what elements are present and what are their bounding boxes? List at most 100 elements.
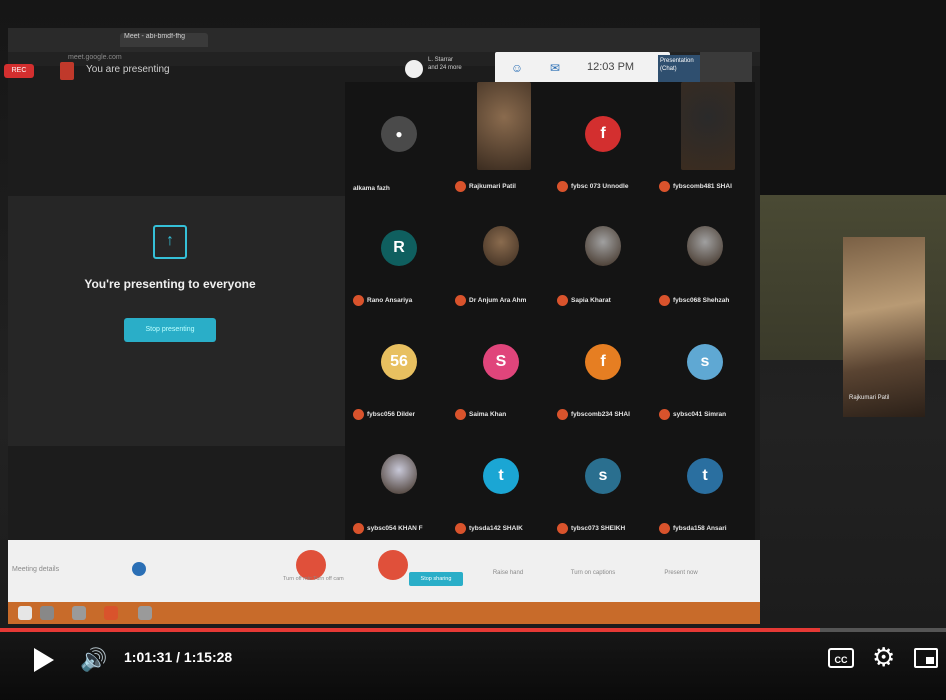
participant-name: fybscomb481 SHAI [659,181,755,192]
participants-summary: L. Starrar and 24 more [428,56,462,72]
side-camera-feed [843,237,925,417]
participant-name: fybscomb234 SHAI [557,409,653,420]
mic-muted-icon [557,181,568,192]
chrome-icon[interactable] [72,606,86,620]
upload-icon: ↑ [153,225,187,259]
participant-name: tybsda142 SHAIK [455,523,551,534]
browser-tab[interactable] [558,33,648,47]
participant-name-text: sybsc041 Simran [673,411,727,418]
browser-tab[interactable] [38,33,108,47]
browser-tab[interactable] [338,33,428,47]
mic-cam-hint: Turn off mic Turn off cam [283,576,344,582]
participant-tile[interactable]: t fybsda158 Ansari [655,438,755,548]
taskbar-app-icon[interactable] [104,606,118,620]
miniplayer-icon-inner [926,657,934,664]
rec-badge: REC [4,64,34,78]
participant-name: Sapia Kharat [557,295,653,306]
mic-muted-icon [455,181,466,192]
participant-tile[interactable]: Dr Anjum Ara Ahm [451,210,551,320]
avatar [405,60,423,78]
chat-icon[interactable]: ✉ [547,60,563,76]
chrome-icon[interactable] [138,606,152,620]
avatar: s [585,458,621,494]
cc-button[interactable]: CC [828,648,854,668]
participant-name: Saima Khan [455,409,551,420]
participant-name-text: alkama fazh [353,185,390,192]
present-screen-icon [60,62,74,80]
browser-tab[interactable] [228,33,318,47]
mic-muted-icon [353,409,364,420]
clock: 12:03 PM [587,61,635,73]
participant-tile[interactable]: sybsc054 KHAN F [349,438,449,548]
participant-name-text: Dr Anjum Ara Ahm [469,297,527,304]
participants-summary-line: L. Starrar [428,57,454,63]
windows-icon[interactable] [18,606,32,620]
avatar: f [585,344,621,380]
participant-tile[interactable]: 56 fybsc056 Dilder [349,324,449,434]
participant-name-text: fybsc 073 Unnodle [571,183,629,190]
participant-name-text: Rajkumari Patil [469,183,516,190]
participant-tile[interactable]: S Saima Khan [451,324,551,434]
stop-sharing-button[interactable]: Stop sharing [409,572,463,586]
participant-name-text: fybsda158 Ansari [673,525,727,532]
self-view-tile [700,52,752,86]
participant-name: alkama fazh [353,185,449,192]
participant-name-text: Saima Khan [469,411,507,418]
participant-name: tybsc073 SHEIKH [557,523,653,534]
player-controls [0,632,946,700]
meeting-details-button[interactable]: Meeting details [12,566,59,573]
browser-tab-active[interactable]: Meet - abi-bmdf-fhg [120,33,208,47]
participant-video [687,226,723,266]
avatar: 56 [381,344,417,380]
participant-tile[interactable]: R Rano Ansariya [349,210,449,320]
participant-tile[interactable]: fybscomb481 SHAI [655,82,755,206]
shield-icon[interactable] [132,562,146,576]
taskbar-app-icon[interactable] [40,606,54,620]
browser-tab-bar: Meet - abi-bmdf-fhg [8,28,760,52]
people-icon[interactable]: ☺ [509,60,525,76]
raise-hand-button[interactable]: Raise hand [478,570,538,576]
avatar: s [687,344,723,380]
room-background [760,0,946,195]
participant-tile[interactable]: Rajkumari Patil [451,82,551,206]
browser-tab[interactable] [448,33,538,47]
mic-muted-icon [353,523,364,534]
participant-grid: ● alkama fazh Rajkumari Patil f fybsc 073 Un… [345,82,755,562]
participant-tile[interactable]: f fybsc 073 Unnodle [553,96,653,206]
avatar: t [483,458,519,494]
avatar: t [687,458,723,494]
presenting-status: You are presenting [86,64,170,75]
participant-video [477,82,531,170]
participants-summary-line: and 24 more [428,65,462,71]
participant-name-text: fybscomb234 SHAI [571,411,630,418]
participant-video [681,82,735,170]
participant-tile[interactable]: t tybsda142 SHAIK [451,438,551,548]
participant-name: fybsc 073 Unnodle [557,181,653,192]
play-icon[interactable] [34,648,54,672]
captions-button[interactable]: Turn on captions [558,570,628,576]
volume-icon[interactable]: 🔊 [80,646,107,674]
participant-tile[interactable]: ● alkama fazh [349,96,449,206]
os-taskbar [8,602,760,624]
stop-presenting-button[interactable]: Stop presenting [124,318,216,342]
participant-tile[interactable]: f fybscomb234 SHAI [553,324,653,434]
participant-name-text: fybsc068 Shehzah [673,297,730,304]
participant-name: Dr Anjum Ara Ahm [455,295,551,306]
mic-muted-icon [353,295,364,306]
avatar: S [483,344,519,380]
participant-tile[interactable]: fybsc068 Shehzah [655,210,755,320]
gear-icon[interactable]: ⚙ [872,642,895,672]
cam-off-button[interactable] [378,550,408,580]
participant-tile[interactable]: s tybsc073 SHEIKH [553,438,653,548]
participant-name-text: tybsc073 SHEIKH [571,525,626,532]
mic-muted-icon [557,295,568,306]
presenting-message: You're presenting to everyone [84,277,256,291]
mic-muted-icon [455,523,466,534]
participant-name-text: Sapia Kharat [571,297,611,304]
participant-video [585,226,621,266]
side-camera-name: Rajkumari Patil [849,395,890,401]
participant-tile[interactable]: s sybsc041 Simran [655,324,755,434]
present-now-button[interactable]: Present now [646,570,716,576]
avatar: R [381,230,417,266]
participant-tile[interactable]: Sapia Kharat [553,210,653,320]
